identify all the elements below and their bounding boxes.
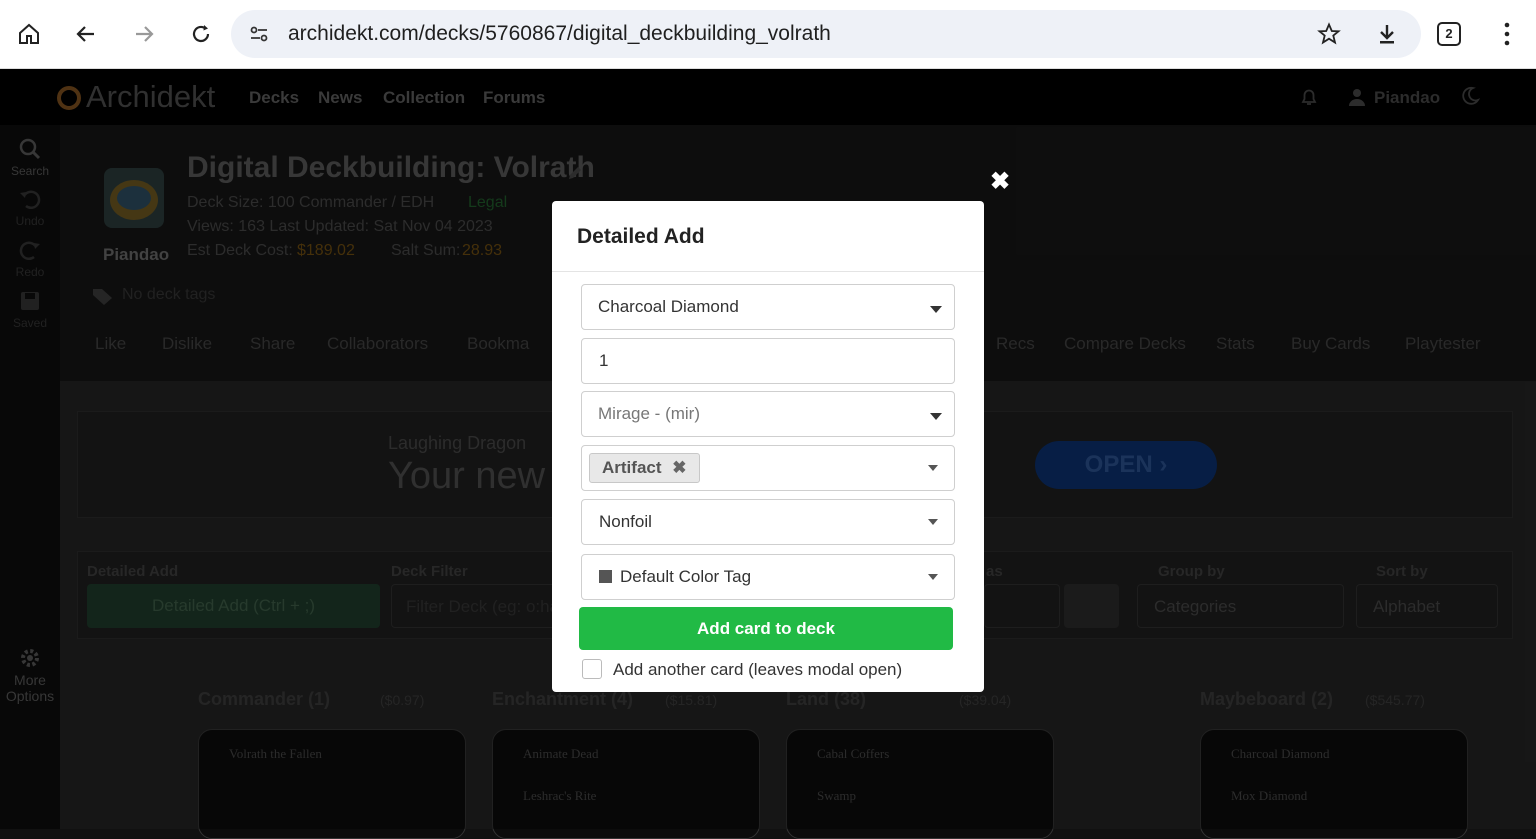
forward-arrow-icon[interactable] bbox=[126, 16, 162, 52]
chevron-down-icon bbox=[928, 574, 938, 580]
foil-value: Nonfoil bbox=[599, 512, 652, 531]
bookmark-star-icon[interactable] bbox=[1317, 22, 1341, 51]
close-icon[interactable]: ✖ bbox=[990, 167, 1010, 196]
home-icon[interactable] bbox=[11, 16, 47, 52]
chevron-down-icon bbox=[930, 413, 942, 420]
remove-chip-icon[interactable]: ✖ bbox=[672, 458, 686, 477]
quantity-input[interactable]: 1 bbox=[581, 338, 955, 384]
color-swatch-icon bbox=[599, 570, 612, 583]
more-menu-icon[interactable] bbox=[1495, 20, 1519, 53]
keep-open-label[interactable]: Add another card (leaves modal open) bbox=[613, 660, 902, 680]
chevron-down-icon bbox=[930, 306, 942, 313]
add-card-to-deck-button[interactable]: Add card to deck bbox=[579, 607, 953, 650]
download-icon[interactable] bbox=[1375, 22, 1399, 51]
tab-count-icon[interactable]: 2 bbox=[1437, 22, 1461, 46]
keep-open-checkbox[interactable] bbox=[582, 659, 602, 679]
category-chip: Artifact ✖ bbox=[589, 453, 700, 483]
reload-icon[interactable] bbox=[183, 16, 219, 52]
quantity-value: 1 bbox=[599, 351, 609, 370]
address-bar[interactable]: archidekt.com/decks/5760867/digital_deck… bbox=[231, 10, 1421, 58]
color-tag-value: Default Color Tag bbox=[620, 567, 752, 586]
color-tag-select[interactable]: Default Color Tag bbox=[581, 554, 955, 600]
chevron-down-icon bbox=[928, 519, 938, 525]
browser-toolbar: archidekt.com/decks/5760867/digital_deck… bbox=[0, 0, 1536, 69]
url-text: archidekt.com/decks/5760867/digital_deck… bbox=[288, 22, 831, 45]
category-multiselect[interactable]: Artifact ✖ bbox=[581, 445, 955, 491]
edition-value: Mirage - (mir) bbox=[598, 404, 700, 423]
detailed-add-modal: Detailed Add Charcoal Diamond 1 Mirage -… bbox=[552, 201, 984, 692]
site-settings-icon[interactable] bbox=[247, 22, 271, 51]
card-name-value: Charcoal Diamond bbox=[598, 297, 739, 316]
card-name-select[interactable]: Charcoal Diamond bbox=[581, 284, 955, 330]
chevron-down-icon bbox=[928, 465, 938, 471]
foil-select[interactable]: Nonfoil bbox=[581, 499, 955, 545]
category-chip-label: Artifact bbox=[602, 458, 662, 477]
divider bbox=[552, 271, 984, 272]
modal-title: Detailed Add bbox=[577, 225, 705, 248]
edition-select[interactable]: Mirage - (mir) bbox=[581, 391, 955, 437]
back-arrow-icon[interactable] bbox=[68, 16, 104, 52]
